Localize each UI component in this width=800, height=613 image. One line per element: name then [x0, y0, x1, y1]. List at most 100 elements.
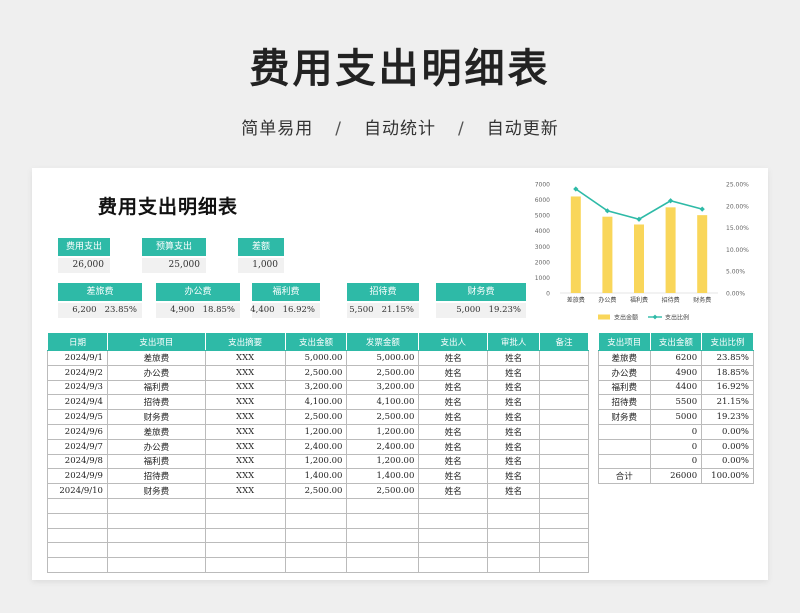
- table-cell[interactable]: [346, 542, 420, 559]
- table-cell[interactable]: [598, 438, 651, 455]
- table-cell[interactable]: [539, 350, 589, 366]
- column-header[interactable]: 支出比例: [701, 332, 754, 351]
- table-cell[interactable]: 福利费: [598, 379, 651, 396]
- category-percent[interactable]: 18.85%: [203, 303, 235, 318]
- table-cell[interactable]: [418, 542, 489, 559]
- table-cell[interactable]: [539, 423, 589, 440]
- table-cell[interactable]: 招待费: [106, 394, 206, 411]
- table-cell[interactable]: 5,000.00: [284, 350, 348, 366]
- table-cell[interactable]: 4,100.00: [284, 394, 348, 411]
- table-cell[interactable]: XXX: [204, 453, 286, 470]
- table-cell[interactable]: 2,500.00: [284, 409, 348, 425]
- table-cell[interactable]: [598, 453, 651, 470]
- table-cell[interactable]: [418, 497, 489, 514]
- category-amount[interactable]: 4,900: [170, 303, 194, 318]
- table-cell[interactable]: [346, 527, 420, 544]
- table-cell[interactable]: XXX: [204, 364, 286, 381]
- table-cell[interactable]: [204, 542, 286, 559]
- table-cell[interactable]: 2024/9/3: [47, 379, 108, 396]
- table-cell[interactable]: 办公费: [106, 364, 206, 381]
- table-cell[interactable]: [106, 557, 206, 573]
- column-header[interactable]: 支出金额: [284, 332, 348, 351]
- table-cell[interactable]: 2024/9/4: [47, 394, 108, 411]
- table-cell[interactable]: XXX: [204, 423, 286, 440]
- table-cell[interactable]: [284, 497, 348, 514]
- table-cell[interactable]: [539, 409, 589, 425]
- table-cell[interactable]: 姓名: [418, 468, 489, 485]
- table-cell[interactable]: 2,500.00: [346, 409, 420, 425]
- table-cell[interactable]: XXX: [204, 350, 286, 366]
- kpi-value[interactable]: 26,000: [58, 258, 110, 273]
- table-cell[interactable]: 3,200.00: [284, 379, 348, 396]
- table-cell[interactable]: 23.85%: [701, 350, 754, 366]
- table-cell[interactable]: 1,400.00: [346, 468, 420, 485]
- table-cell[interactable]: 财务费: [106, 483, 206, 499]
- table-cell[interactable]: [204, 497, 286, 514]
- table-cell[interactable]: 2024/9/9: [47, 468, 108, 485]
- table-cell[interactable]: [598, 423, 651, 440]
- table-cell[interactable]: XXX: [204, 483, 286, 499]
- table-cell[interactable]: 姓名: [418, 483, 489, 499]
- table-cell[interactable]: 100.00%: [701, 468, 754, 485]
- table-cell[interactable]: 差旅费: [106, 350, 206, 366]
- table-cell[interactable]: [284, 527, 348, 544]
- table-cell[interactable]: [47, 557, 108, 573]
- column-header[interactable]: 审批人: [487, 332, 541, 351]
- table-cell[interactable]: 姓名: [418, 423, 489, 440]
- table-cell[interactable]: 2,500.00: [346, 483, 420, 499]
- table-cell[interactable]: [204, 512, 286, 529]
- table-cell[interactable]: 0.00%: [701, 423, 754, 440]
- table-cell[interactable]: 1,200.00: [346, 423, 420, 440]
- table-cell[interactable]: 办公费: [106, 438, 206, 455]
- category-amount[interactable]: 5,500: [349, 303, 373, 318]
- table-cell[interactable]: 姓名: [487, 483, 541, 499]
- table-cell[interactable]: [284, 542, 348, 559]
- table-cell[interactable]: 姓名: [418, 409, 489, 425]
- table-cell[interactable]: [539, 557, 589, 573]
- table-cell[interactable]: 0.00%: [701, 438, 754, 455]
- table-cell[interactable]: 16.92%: [701, 379, 754, 396]
- table-cell[interactable]: 4400: [649, 379, 703, 396]
- table-cell[interactable]: 财务费: [598, 409, 651, 425]
- table-cell[interactable]: 2,500.00: [284, 483, 348, 499]
- category-amount[interactable]: 5,000: [456, 303, 480, 318]
- table-cell[interactable]: [418, 527, 489, 544]
- table-cell[interactable]: [284, 512, 348, 529]
- table-cell[interactable]: [47, 497, 108, 514]
- table-cell[interactable]: 姓名: [418, 438, 489, 455]
- table-cell[interactable]: 姓名: [418, 394, 489, 411]
- table-cell[interactable]: 4900: [649, 364, 703, 381]
- table-cell[interactable]: 26000: [649, 468, 703, 485]
- table-cell[interactable]: 差旅费: [598, 350, 651, 366]
- table-cell[interactable]: 姓名: [487, 409, 541, 425]
- table-cell[interactable]: [47, 542, 108, 559]
- table-cell[interactable]: 姓名: [487, 394, 541, 411]
- table-cell[interactable]: [539, 468, 589, 485]
- table-cell[interactable]: 5,000.00: [346, 350, 420, 366]
- table-cell[interactable]: [106, 512, 206, 529]
- category-amount[interactable]: 4,400: [250, 303, 274, 318]
- column-header[interactable]: 日期: [47, 332, 108, 351]
- table-cell[interactable]: 2024/9/10: [47, 483, 108, 499]
- table-cell[interactable]: [106, 497, 206, 514]
- table-cell[interactable]: [346, 557, 420, 573]
- category-percent[interactable]: 16.92%: [283, 303, 315, 318]
- table-cell[interactable]: [487, 527, 541, 544]
- table-cell[interactable]: [346, 497, 420, 514]
- table-cell[interactable]: [284, 557, 348, 573]
- table-cell[interactable]: 5500: [649, 394, 703, 411]
- column-header[interactable]: 支出项目: [598, 332, 651, 351]
- table-cell[interactable]: 财务费: [106, 409, 206, 425]
- table-cell[interactable]: 0.00%: [701, 453, 754, 470]
- table-cell[interactable]: XXX: [204, 438, 286, 455]
- table-cell[interactable]: [487, 497, 541, 514]
- table-cell[interactable]: 差旅费: [106, 423, 206, 440]
- column-header[interactable]: 支出金额: [649, 332, 703, 351]
- table-cell[interactable]: XXX: [204, 379, 286, 396]
- table-cell[interactable]: [539, 483, 589, 499]
- table-cell[interactable]: [487, 557, 541, 573]
- table-cell[interactable]: 0: [649, 423, 703, 440]
- column-header[interactable]: 支出人: [418, 332, 489, 351]
- table-cell[interactable]: 姓名: [418, 364, 489, 381]
- table-cell[interactable]: [539, 512, 589, 529]
